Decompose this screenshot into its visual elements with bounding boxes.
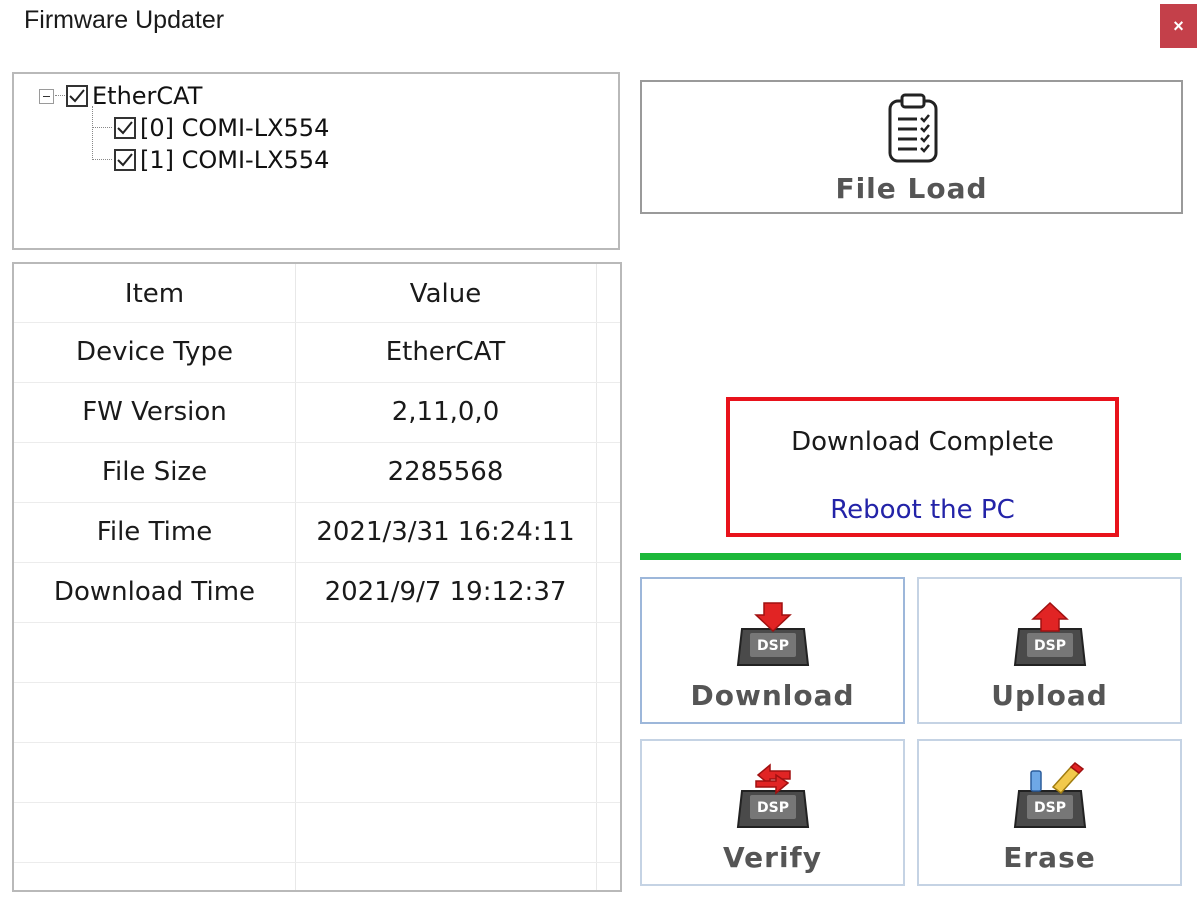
table-row-item: Device Type: [76, 337, 233, 367]
progress-fill: [640, 553, 1181, 560]
tree-node-label: [1] COMI-LX554: [140, 146, 330, 174]
verify-button[interactable]: DSP Verify: [640, 739, 905, 886]
tree-node-label: [0] COMI-LX554: [140, 114, 330, 142]
device-tree[interactable]: EtherCAT [0] COMI-LX554 [1] COMI-LX554: [12, 72, 620, 250]
svg-text:DSP: DSP: [1034, 638, 1066, 654]
upload-button[interactable]: DSP Upload: [917, 577, 1182, 724]
clipboard-checklist-icon: [888, 93, 938, 163]
file-load-button[interactable]: File Load: [640, 80, 1183, 214]
tree-node-label: EtherCAT: [92, 82, 203, 110]
info-table: Item Value Device Type EtherCAT FW Versi…: [12, 262, 622, 892]
tree-checkbox-ethercat[interactable]: [66, 85, 88, 107]
dsp-erase-icon: DSP: [1013, 762, 1086, 828]
svg-text:DSP: DSP: [757, 800, 789, 816]
svg-text:DSP: DSP: [757, 638, 789, 654]
table-row-value: EtherCAT: [385, 337, 506, 367]
column-header-value[interactable]: Value: [295, 264, 596, 324]
download-label: Download: [690, 679, 855, 712]
status-instruction: Reboot the PC: [830, 495, 1015, 525]
collapse-icon[interactable]: [39, 88, 54, 104]
tree-node-device-1[interactable]: [1] COMI-LX554: [114, 146, 329, 174]
table-row-item: File Time: [96, 517, 213, 547]
table-row-value: 2,11,0,0: [391, 397, 500, 427]
tree-checkbox-device-0[interactable]: [114, 117, 136, 139]
window-title: Firmware Updater: [24, 6, 225, 34]
download-button[interactable]: DSP Download: [640, 577, 905, 724]
close-icon: ×: [1173, 15, 1184, 36]
erase-button[interactable]: DSP Erase: [917, 739, 1182, 886]
verify-label: Verify: [723, 841, 822, 874]
status-box: Download Complete Reboot the PC: [726, 397, 1119, 537]
close-button[interactable]: ×: [1160, 4, 1197, 48]
dsp-download-icon: DSP: [736, 602, 809, 666]
tree-node-ethercat[interactable]: EtherCAT: [39, 82, 202, 110]
table-row-value: 2021/3/31 16:24:11: [316, 517, 575, 547]
erase-label: Erase: [1003, 841, 1096, 874]
column-header-item[interactable]: Item: [14, 264, 295, 324]
upload-label: Upload: [991, 679, 1108, 712]
table-row-value: 2021/9/7 19:12:37: [324, 577, 567, 607]
table-row-value: 2285568: [387, 457, 504, 487]
table-row-item: File Size: [101, 457, 208, 487]
progress-bar: [640, 553, 1181, 560]
dsp-upload-icon: DSP: [1013, 601, 1086, 666]
tree-node-device-0[interactable]: [0] COMI-LX554: [114, 114, 329, 142]
table-row-item: FW Version: [82, 397, 227, 427]
status-message: Download Complete: [791, 427, 1054, 457]
tree-checkbox-device-1[interactable]: [114, 149, 136, 171]
file-load-label: File Load: [835, 172, 988, 205]
dsp-verify-icon: DSP: [736, 763, 809, 828]
svg-text:DSP: DSP: [1034, 800, 1066, 816]
table-row-item: Download Time: [53, 577, 256, 607]
